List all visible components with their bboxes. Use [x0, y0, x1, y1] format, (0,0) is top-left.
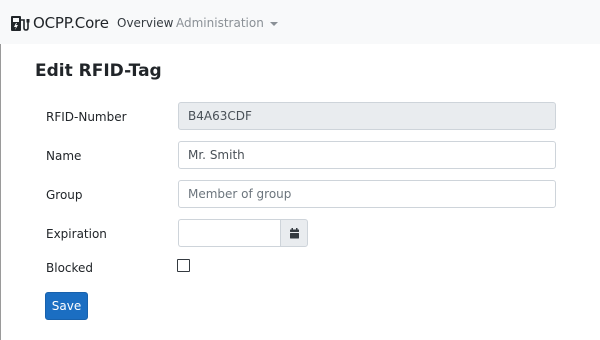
name-field[interactable] [178, 141, 556, 169]
save-button[interactable]: Save [45, 292, 88, 320]
calendar-icon [289, 227, 299, 238]
rfid-number-label: RFID-Number [46, 110, 127, 124]
expiration-field[interactable] [178, 219, 280, 247]
nav-overview[interactable]: Overview [117, 16, 174, 30]
group-field[interactable] [178, 180, 556, 208]
nav-administration-label: Administration [176, 16, 264, 30]
rfid-number-field [178, 102, 556, 130]
calendar-button[interactable] [280, 219, 308, 247]
ev-charger-icon [11, 15, 30, 31]
expiration-date-picker [178, 219, 308, 247]
brand-name: OCPP.Core [33, 14, 109, 32]
brand-link[interactable]: OCPP.Core [10, 13, 109, 33]
nav-administration-dropdown[interactable]: Administration [176, 16, 278, 30]
group-label: Group [46, 188, 83, 202]
page-title: Edit RFID-Tag [35, 61, 162, 81]
window-left-edge [0, 0, 1, 340]
blocked-label: Blocked [46, 261, 94, 275]
name-label: Name [46, 149, 82, 163]
chevron-down-icon [269, 21, 278, 26]
expiration-label: Expiration [46, 227, 107, 241]
top-navbar: OCPP.Core Overview Administration [0, 0, 600, 44]
blocked-checkbox[interactable] [177, 259, 190, 272]
